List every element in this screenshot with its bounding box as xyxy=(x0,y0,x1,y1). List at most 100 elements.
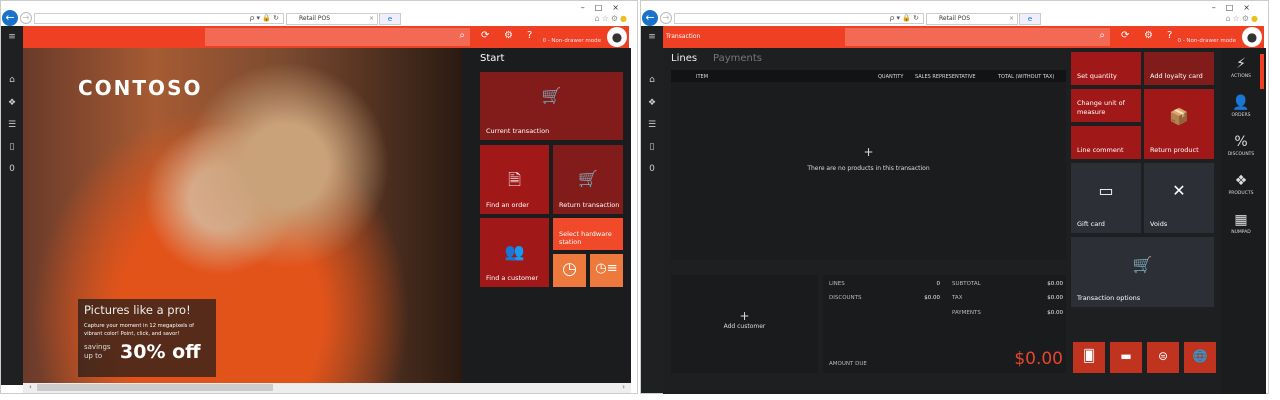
tile-time-list[interactable]: ◷≡ xyxy=(590,254,623,287)
tile-find-customer[interactable]: 👥 Find a customer xyxy=(480,218,549,287)
start-panel: Start 🛒 Current transaction 🗎 Find an orde… xyxy=(462,48,631,383)
tile-set-quantity[interactable]: Set quantity xyxy=(1071,52,1141,85)
scroll-left-arrow[interactable]: ‹ xyxy=(29,383,32,391)
window-controls[interactable]: –□× xyxy=(581,3,629,12)
list-icon[interactable]: ☰ xyxy=(641,120,663,130)
back-button[interactable]: ← xyxy=(2,10,18,26)
settings-icon[interactable]: ⚙ xyxy=(504,30,513,41)
col-sales-rep[interactable]: SALES REPRESENTATIVE xyxy=(915,74,976,80)
help-icon[interactable]: ? xyxy=(1167,30,1172,41)
products-icon: ❖ xyxy=(1234,173,1248,189)
tile-current-transaction[interactable]: 🛒 Current transaction xyxy=(480,72,623,140)
avatar[interactable]: ● xyxy=(607,27,627,47)
count-badge: 0 xyxy=(9,164,15,174)
tile-add-loyalty-card[interactable]: Add loyalty card xyxy=(1144,52,1214,85)
pay-cash-button[interactable]: 🂠 xyxy=(1073,342,1105,373)
menu-icon[interactable]: ≡ xyxy=(641,32,663,42)
plus-icon: + xyxy=(739,309,750,323)
nav-orders[interactable]: 👤 ORDERS xyxy=(1221,95,1261,118)
void-icon: ✕ xyxy=(1172,180,1186,200)
find-order-icon: 🗎 xyxy=(508,170,521,190)
col-total[interactable]: TOTAL (WITHOUT TAX) xyxy=(998,74,1054,80)
nav-products[interactable]: ❖ PRODUCTS xyxy=(1221,173,1261,196)
new-tab-button[interactable]: e xyxy=(1019,13,1041,25)
tax-label: TAX xyxy=(952,295,963,301)
home-icon[interactable]: ⌂ xyxy=(641,75,663,85)
bag-icon[interactable]: ▯ xyxy=(641,142,663,152)
search-icon[interactable]: ⌕ xyxy=(459,30,465,41)
close-tab-icon[interactable]: × xyxy=(1009,14,1014,24)
tile-label: Transaction options xyxy=(1077,294,1141,302)
new-tab-button[interactable]: e xyxy=(379,13,401,25)
search-input[interactable]: ⌕ xyxy=(845,28,1110,46)
bag-icon[interactable]: ▯ xyxy=(1,142,23,152)
tile-label: Add loyalty card xyxy=(1150,72,1203,80)
forward-button[interactable]: → xyxy=(20,12,32,24)
lines-value: 0 xyxy=(936,281,941,287)
tile-gift-card[interactable]: ▭ Gift card xyxy=(1071,163,1141,233)
horizontal-scrollbar[interactable]: › ‹ xyxy=(23,383,631,393)
back-button[interactable]: ← xyxy=(642,10,658,26)
tab-lines[interactable]: Lines xyxy=(671,53,697,64)
tile-return-product[interactable]: 📦 Return product xyxy=(1144,89,1214,159)
page-title: Transaction xyxy=(666,33,701,40)
gift-card-icon: ▭ xyxy=(1098,180,1114,200)
plus-icon: + xyxy=(863,145,874,159)
menu-icon[interactable]: ≡ xyxy=(1,32,23,42)
sync-icon[interactable]: ⟳ xyxy=(481,30,489,41)
actions-icon: ⚡ xyxy=(1236,56,1246,72)
products-icon[interactable]: ❖ xyxy=(1,98,23,108)
pay-exact-button[interactable]: ⊜ xyxy=(1147,342,1179,373)
promo-body: Capture your moment in 12 megapixels of … xyxy=(84,323,195,337)
pay-currency-button[interactable]: 🌐 xyxy=(1184,342,1216,373)
window-controls[interactable]: –□× xyxy=(1212,3,1260,12)
col-item[interactable]: ITEM xyxy=(696,74,708,80)
products-icon[interactable]: ❖ xyxy=(641,98,663,108)
avatar[interactable]: ● xyxy=(1242,27,1262,47)
nav-discounts[interactable]: % DISCOUNTS xyxy=(1221,134,1261,157)
home-icon[interactable]: ⌂ xyxy=(1,75,23,85)
toolbar-icons[interactable]: ⌂☆⚙● xyxy=(1226,14,1260,23)
tile-change-unit[interactable]: Change unit of measure xyxy=(1071,89,1141,122)
tile-select-hardware-station[interactable]: Select hardware station xyxy=(553,218,623,250)
empty-message: There are no products in this transactio… xyxy=(807,165,930,172)
start-title: Start xyxy=(480,53,505,64)
list-icon[interactable]: ☰ xyxy=(1,120,23,130)
browser-tab[interactable]: Retail POS × xyxy=(926,13,1018,25)
sync-icon[interactable]: ⟳ xyxy=(1121,30,1129,41)
app-sidebar: ≡ ⌂ ❖ ☰ ▯ 0 xyxy=(1,26,23,385)
tile-line-comment[interactable]: Line comment xyxy=(1071,126,1141,159)
add-customer-button[interactable]: + Add customer xyxy=(671,275,818,373)
cash-icon: 🂠 xyxy=(1082,349,1096,363)
tab-payments[interactable]: Payments xyxy=(713,53,762,64)
address-bar[interactable]: ρ ▾ 🔒 ↻ xyxy=(674,13,924,24)
tile-label: Gift card xyxy=(1077,220,1105,228)
forward-button[interactable]: → xyxy=(660,12,672,24)
search-icon[interactable]: ⌕ xyxy=(1099,30,1105,41)
discounts-icon: % xyxy=(1234,134,1248,150)
col-quantity[interactable]: QUANTITY xyxy=(878,74,903,80)
tile-transaction-options[interactable]: 🛒 Transaction options xyxy=(1071,237,1214,307)
nav-label: NUMPAD xyxy=(1231,230,1251,235)
settings-icon[interactable]: ⚙ xyxy=(1144,30,1153,41)
help-icon[interactable]: ? xyxy=(527,30,532,41)
toolbar-icons[interactable]: ⌂☆⚙● xyxy=(595,14,629,23)
scroll-right-arrow[interactable]: › xyxy=(622,383,625,391)
scrollbar-thumb[interactable] xyxy=(37,384,273,391)
tile-label: Current transaction xyxy=(486,127,550,135)
search-input[interactable]: ⌕ xyxy=(205,28,470,46)
tile-return-transaction[interactable]: 🛒 Return transaction xyxy=(553,145,623,214)
tile-clock[interactable]: ◷ xyxy=(553,254,586,287)
tile-find-order[interactable]: 🗎 Find an order xyxy=(480,145,549,214)
pay-card-button[interactable]: ▬ xyxy=(1110,342,1142,373)
tile-voids[interactable]: ✕ Voids xyxy=(1144,163,1214,233)
nav-numpad[interactable]: ▦ NUMPAD xyxy=(1221,212,1261,235)
browser-tab[interactable]: Retail POS × xyxy=(286,13,378,25)
browser-window-transaction: ← → ρ ▾ 🔒 ↻ Retail POS × e –□× ⌂☆⚙● ≡ ⌂ ❖… xyxy=(640,0,1269,394)
address-bar[interactable]: ρ ▾ 🔒 ↻ xyxy=(34,13,284,24)
payments-value: $0.00 xyxy=(1047,310,1063,316)
subtotal-label: SUBTOTAL xyxy=(952,281,981,287)
browser-chrome: ← → ρ ▾ 🔒 ↻ Retail POS × e –□× ⌂☆⚙● xyxy=(1,1,637,26)
nav-actions[interactable]: ⚡ ACTIONS xyxy=(1221,56,1261,79)
close-tab-icon[interactable]: × xyxy=(369,14,374,24)
